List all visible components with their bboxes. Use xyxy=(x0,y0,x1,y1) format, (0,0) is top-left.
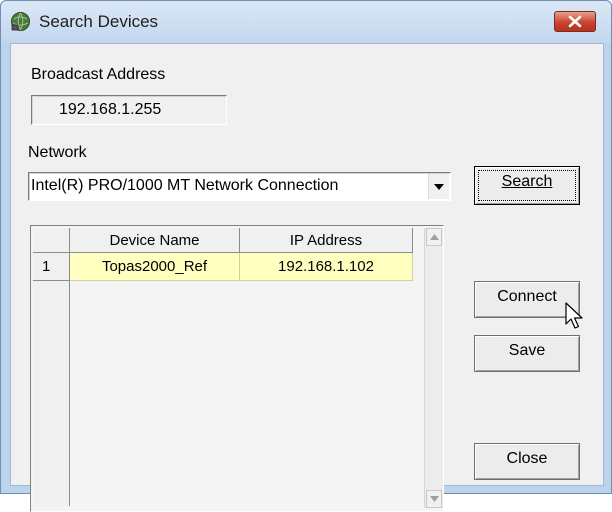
globe-network-icon xyxy=(11,12,30,31)
column-header-ip-address[interactable]: IP Address xyxy=(240,228,413,253)
network-selected-value: Intel(R) PRO/1000 MT Network Connection xyxy=(31,177,339,194)
save-button-label: Save xyxy=(508,342,546,359)
connect-button-label: Connect xyxy=(497,288,557,305)
scroll-down-button[interactable] xyxy=(426,490,442,508)
dialog-client-area: Broadcast Address 192.168.1.255 Network … xyxy=(10,43,604,512)
dropdown-arrow-button[interactable] xyxy=(428,174,449,199)
network-dropdown[interactable]: Intel(R) PRO/1000 MT Network Connection xyxy=(28,172,451,201)
title-bar[interactable]: Search Devices xyxy=(1,1,611,43)
search-button-label: Search xyxy=(501,173,553,190)
broadcast-address-field: 192.168.1.255 xyxy=(31,95,227,125)
window-title: Search Devices xyxy=(39,12,159,31)
row-header-strip xyxy=(33,253,70,506)
search-button[interactable]: Search xyxy=(474,166,580,205)
column-header-device-name[interactable]: Device Name xyxy=(70,228,240,253)
scroll-down-icon xyxy=(430,496,439,502)
vertical-scrollbar[interactable] xyxy=(424,228,443,508)
chevron-down-icon xyxy=(434,184,444,190)
network-label: Network xyxy=(28,144,87,161)
scroll-up-button[interactable] xyxy=(426,228,442,246)
search-devices-window: Search Devices Broadcast Address 192.168… xyxy=(0,0,612,512)
close-button-label: Close xyxy=(506,450,548,467)
close-x-icon xyxy=(568,15,582,28)
row-index: 1 xyxy=(33,253,70,281)
cell-device-name[interactable]: Topas2000_Ref xyxy=(70,253,240,281)
broadcast-address-value: 192.168.1.255 xyxy=(59,101,162,118)
broadcast-address-label: Broadcast Address xyxy=(31,66,166,83)
close-button[interactable]: Close xyxy=(474,443,580,480)
mouse-pointer-icon xyxy=(565,302,583,329)
close-window-button[interactable] xyxy=(554,11,596,32)
cell-ip-address[interactable]: 192.168.1.102 xyxy=(240,253,413,281)
save-button[interactable]: Save xyxy=(474,335,580,372)
table-corner-header xyxy=(33,228,70,253)
scroll-up-icon xyxy=(430,234,439,240)
devices-table[interactable]: Device Name IP Address 1 Topas2000_Ref 1… xyxy=(30,225,444,512)
